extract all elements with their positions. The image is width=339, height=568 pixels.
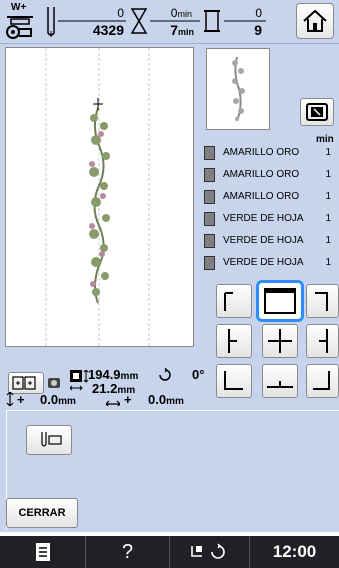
- menu-button[interactable]: [0, 536, 86, 568]
- close-button[interactable]: CERRAR: [6, 498, 78, 528]
- stitches-total: 4329: [92, 22, 124, 38]
- clock-time: 12:00: [272, 542, 317, 561]
- embroidery-mode-icon: [190, 543, 225, 559]
- layout-icon: [12, 376, 36, 390]
- thread-row[interactable]: AMARILLO ORO 1: [198, 142, 339, 164]
- vertical-offset-sign: +: [17, 392, 25, 407]
- horizontal-offset-sign: +: [124, 392, 132, 407]
- thread-row[interactable]: VERDE DE HOJA 1: [198, 252, 339, 274]
- time-total: 7min: [170, 22, 194, 38]
- colors-total: 9: [254, 22, 262, 38]
- position-middle-right-button[interactable]: [306, 324, 339, 358]
- rotate-icon: [158, 367, 172, 387]
- thread-spool-icon: [204, 190, 215, 204]
- thread-row[interactable]: AMARILLO ORO 1: [198, 186, 339, 208]
- thread-spool-icon: [204, 234, 215, 248]
- position-top-right-button[interactable]: [306, 284, 339, 318]
- position-top-center-button[interactable]: [256, 280, 304, 322]
- help-button[interactable]: ?: [86, 536, 170, 568]
- thread-spool-icon: [204, 168, 215, 182]
- thread-count: 1: [325, 191, 331, 202]
- start-position-grid: [212, 280, 339, 400]
- thread-count: 1: [325, 169, 331, 180]
- thread-color-list[interactable]: AMARILLO ORO 1 AMARILLO ORO 1 AMARILLO O…: [198, 140, 339, 274]
- needle-icon: [41, 432, 62, 447]
- colors-done: 0: [255, 6, 262, 20]
- home-button[interactable]: [296, 3, 334, 39]
- position-bottom-right-button[interactable]: [306, 364, 339, 398]
- design-info: 194.9mm 21.2mm 0° + 0.0mm + 0.0mm: [0, 350, 212, 408]
- layout-toggle-button[interactable]: [8, 372, 44, 394]
- thread-name: AMARILLO ORO: [223, 169, 300, 180]
- rotation-angle: 0°: [192, 367, 205, 382]
- thread-count: 1: [325, 257, 331, 268]
- position-top-left-button[interactable]: [216, 284, 252, 318]
- document-icon: [35, 543, 50, 561]
- mode-indicator[interactable]: [170, 536, 250, 568]
- home-icon: [303, 9, 327, 32]
- time-done: 0min: [170, 6, 192, 20]
- embroidery-preview[interactable]: [5, 47, 194, 347]
- thread-count: 1: [325, 147, 331, 158]
- thread-name: AMARILLO ORO: [223, 147, 300, 158]
- thread-name: VERDE DE HOJA: [223, 235, 304, 246]
- thread-row[interactable]: AMARILLO ORO 1: [198, 164, 339, 186]
- thread-name: VERDE DE HOJA: [223, 213, 304, 224]
- thread-spool-icon: [204, 146, 215, 160]
- position-bottom-left-button[interactable]: [216, 364, 252, 398]
- thread-tension-icon[interactable]: W+: [5, 2, 35, 41]
- clock-display: 12:00: [250, 536, 339, 568]
- position-middle-left-button[interactable]: [216, 324, 252, 358]
- help-icon: ?: [121, 540, 134, 563]
- thread-spool-icon: [204, 256, 215, 270]
- progress-counters: 0 4329 0min 7min 0 9: [40, 3, 282, 41]
- thread-spool-icon: [204, 212, 215, 226]
- thread-count: 1: [325, 213, 331, 224]
- stitches-done: 0: [117, 6, 124, 20]
- needle-position-button[interactable]: [26, 425, 72, 455]
- vertical-offset: 0.0mm: [40, 392, 76, 407]
- thread-name: AMARILLO ORO: [223, 191, 300, 202]
- frame-icon: [306, 103, 328, 121]
- frame-display-button[interactable]: [300, 98, 334, 126]
- thread-row[interactable]: VERDE DE HOJA 1: [198, 208, 339, 230]
- thread-name: VERDE DE HOJA: [223, 257, 304, 268]
- design-height: 194.9mm: [88, 367, 139, 382]
- position-center-button[interactable]: [262, 324, 298, 358]
- horizontal-offset: 0.0mm: [148, 392, 184, 407]
- bottom-bar: ? 12:00: [0, 536, 339, 568]
- camera-icon: [46, 374, 62, 392]
- thread-count: 1: [325, 235, 331, 246]
- position-bottom-center-button[interactable]: [262, 364, 298, 398]
- thread-row[interactable]: VERDE DE HOJA 1: [198, 230, 339, 252]
- design-thumbnail: [206, 48, 270, 130]
